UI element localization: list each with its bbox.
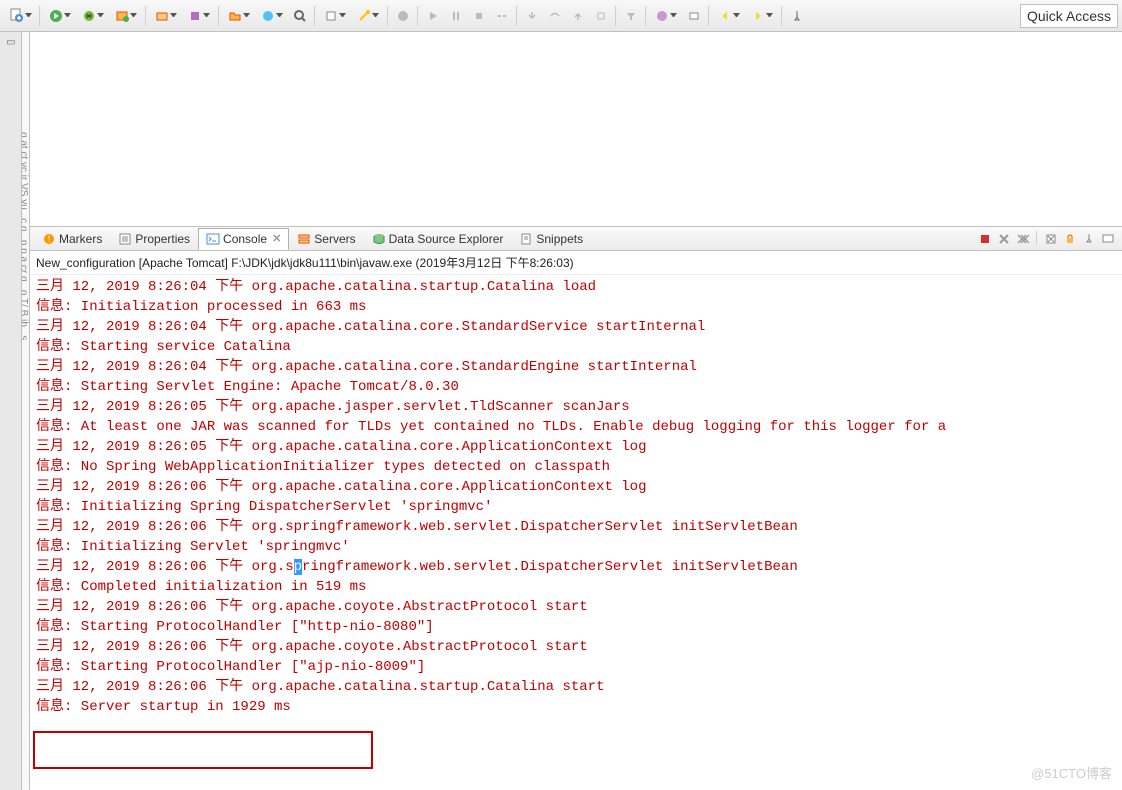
console-line: 信息: At least one JAR was scanned for TLD… <box>36 417 1116 437</box>
tab-label: Servers <box>314 232 355 246</box>
data-source-icon <box>372 232 386 246</box>
remove-all-button[interactable] <box>1015 231 1031 247</box>
servers-icon <box>297 232 311 246</box>
debug-button[interactable] <box>77 5 109 27</box>
console-toolbar <box>977 231 1118 247</box>
quick-access-box[interactable]: Quick Access <box>1020 4 1118 28</box>
console-line: 信息: Completed initialization in 519 ms <box>36 577 1116 597</box>
tab-label: Snippets <box>536 232 583 246</box>
left-view-bar: ▭ <box>0 32 22 790</box>
forward-button[interactable] <box>746 5 778 27</box>
terminate-button[interactable] <box>977 231 993 247</box>
link-editor-icon[interactable] <box>683 5 705 27</box>
console-header: New_configuration [Apache Tomcat] F:\JDK… <box>30 251 1122 275</box>
highlight-annotation <box>33 731 373 769</box>
drop-frame-icon[interactable] <box>590 5 612 27</box>
properties-icon <box>118 232 132 246</box>
close-icon[interactable]: ✕ <box>272 232 281 245</box>
left-trim-labels: g at ct vc ir VS yu . c o . p p a cr g .… <box>22 32 30 790</box>
display-button[interactable] <box>1100 231 1116 247</box>
step-over-icon[interactable] <box>544 5 566 27</box>
console-line: 三月 12, 2019 8:26:06 下午 org.springframewo… <box>36 517 1116 537</box>
suspend-icon[interactable] <box>445 5 467 27</box>
console-line: 信息: Initialization processed in 663 ms <box>36 297 1116 317</box>
console-line: 信息: No Spring WebApplicationInitializer … <box>36 457 1116 477</box>
console-line: 信息: Initializing Servlet 'springmvc' <box>36 537 1116 557</box>
use-step-filters-icon[interactable] <box>620 5 642 27</box>
console-line: 三月 12, 2019 8:26:05 下午 org.apache.jasper… <box>36 397 1116 417</box>
terminate-icon[interactable] <box>468 5 490 27</box>
tab-snippets[interactable]: Snippets <box>511 228 591 250</box>
content-area: ! Markers Properties Console ✕ Servers Dat… <box>30 32 1122 790</box>
tab-label: Data Source Explorer <box>389 232 504 246</box>
tab-servers[interactable]: Servers <box>289 228 363 250</box>
package-button[interactable] <box>183 5 215 27</box>
clear-console-button[interactable] <box>1043 231 1059 247</box>
console-line: 信息: Starting ProtocolHandler ["http-nio-… <box>36 617 1116 637</box>
folder-button[interactable] <box>223 5 255 27</box>
tab-label: Properties <box>135 232 190 246</box>
console-line: 三月 12, 2019 8:26:06 下午 org.apache.catali… <box>36 477 1116 497</box>
scroll-lock-button[interactable] <box>1062 231 1078 247</box>
step-into-icon[interactable] <box>521 5 543 27</box>
new-button[interactable] <box>4 5 36 27</box>
console-icon <box>206 232 220 246</box>
wizard-button[interactable] <box>352 5 384 27</box>
search-button[interactable] <box>289 5 311 27</box>
tab-label: Console <box>223 232 267 246</box>
step-return-icon[interactable] <box>567 5 589 27</box>
console-line: 三月 12, 2019 8:26:05 下午 org.apache.catali… <box>36 437 1116 457</box>
console-line: 三月 12, 2019 8:26:06 下午 org.apache.coyote… <box>36 637 1116 657</box>
pin-icon[interactable] <box>786 5 808 27</box>
console-line: 信息: Starting ProtocolHandler ["ajp-nio-8… <box>36 657 1116 677</box>
text-selection: p <box>294 559 302 575</box>
console-line: 三月 12, 2019 8:26:04 下午 org.apache.catali… <box>36 277 1116 297</box>
console-line: 信息: Starting Servlet Engine: Apache Tomc… <box>36 377 1116 397</box>
console-line: 三月 12, 2019 8:26:04 下午 org.apache.catali… <box>36 357 1116 377</box>
console-line: 三月 12, 2019 8:26:06 下午 org.apache.catali… <box>36 677 1116 697</box>
views-tabs-bar: ! Markers Properties Console ✕ Servers Dat… <box>30 227 1122 251</box>
main-area: ▭ g at ct vc ir VS yu . c o . p p a cr g… <box>0 32 1122 790</box>
snippets-icon <box>519 232 533 246</box>
toggle-button[interactable] <box>319 5 351 27</box>
disconnect-icon[interactable] <box>491 5 513 27</box>
editor-area[interactable] <box>30 32 1122 227</box>
console-line: 三月 12, 2019 8:26:06 下午 org.apache.coyote… <box>36 597 1116 617</box>
svg-text:!: ! <box>48 234 51 244</box>
tab-markers[interactable]: ! Markers <box>34 228 110 250</box>
tab-properties[interactable]: Properties <box>110 228 198 250</box>
run-server-button[interactable] <box>110 5 142 27</box>
tab-data-source[interactable]: Data Source Explorer <box>364 228 512 250</box>
console-output[interactable]: 三月 12, 2019 8:26:04 下午 org.apache.catali… <box>30 275 1122 790</box>
main-toolbar: Quick Access <box>0 0 1122 32</box>
console-line: 信息: Starting service Catalina <box>36 337 1116 357</box>
open-task-button[interactable] <box>650 5 682 27</box>
tab-label: Markers <box>59 232 102 246</box>
remove-launch-button[interactable] <box>996 231 1012 247</box>
console-line: 三月 12, 2019 8:26:04 下午 org.apache.catali… <box>36 317 1116 337</box>
skip-breakpoints-icon[interactable] <box>392 5 414 27</box>
back-button[interactable] <box>713 5 745 27</box>
console-line: 信息: Initializing Spring DispatcherServle… <box>36 497 1116 517</box>
console-line-with-selection: 三月 12, 2019 8:26:06 下午 org.springframewo… <box>36 557 1116 577</box>
new-server-button[interactable] <box>150 5 182 27</box>
console-line: 信息: Server startup in 1929 ms <box>36 697 1116 717</box>
pin-console-button[interactable] <box>1081 231 1097 247</box>
outline-icon[interactable]: ▭ <box>1 33 21 51</box>
open-type-button[interactable] <box>256 5 288 27</box>
run-button[interactable] <box>44 5 76 27</box>
tab-console[interactable]: Console ✕ <box>198 228 289 250</box>
resume-icon[interactable] <box>422 5 444 27</box>
markers-icon: ! <box>42 232 56 246</box>
